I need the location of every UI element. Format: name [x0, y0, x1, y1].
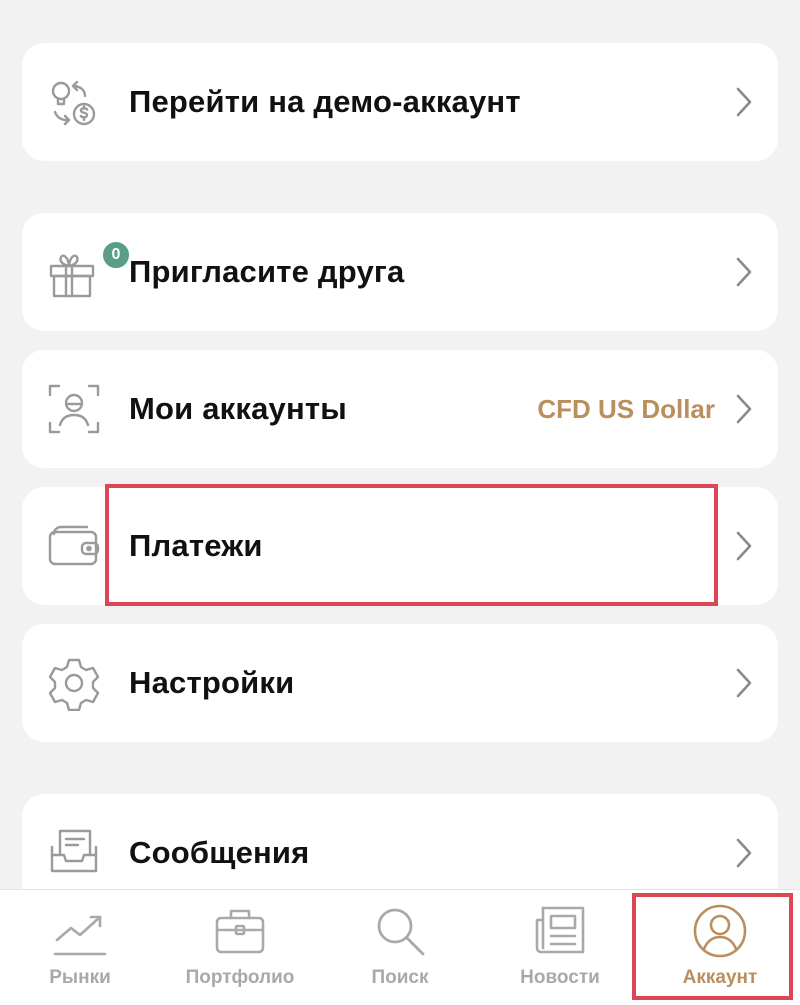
current-account-value: CFD US Dollar [537, 393, 715, 424]
search-icon [377, 908, 425, 956]
wallet-icon [46, 518, 102, 574]
chevron-right-icon [736, 531, 752, 561]
chevron-right-icon [736, 87, 752, 117]
tab-account[interactable]: Аккаунт [640, 890, 800, 1005]
user-circle-icon [693, 904, 747, 958]
newspaper-icon [535, 906, 585, 954]
chevron-right-icon [736, 394, 752, 424]
tab-label: Новости [520, 967, 600, 988]
tab-label: Рынки [49, 967, 111, 988]
menu-item-label: Перейти на демо-аккаунт [129, 84, 521, 119]
menu-item-my-accounts[interactable]: Мои аккаунты CFD US Dollar [22, 350, 778, 468]
menu-item-settings[interactable]: Настройки [22, 624, 778, 742]
notification-badge: 0 [101, 240, 131, 270]
tab-markets[interactable]: Рынки [0, 890, 160, 1005]
trend-chart-icon [53, 915, 107, 956]
menu-item-label: Платежи [129, 528, 263, 563]
tab-news[interactable]: Новости [480, 890, 640, 1005]
light-bulb-dollar-icon [46, 74, 102, 130]
user-scan-icon [46, 381, 102, 437]
chevron-right-icon [736, 838, 752, 868]
menu-item-payments[interactable]: Платежи [22, 487, 778, 605]
inbox-tray-icon [46, 825, 102, 881]
gear-icon [46, 655, 102, 711]
gift-icon: 0 [46, 240, 131, 300]
menu-item-demo-account[interactable]: Перейти на демо-аккаунт [22, 43, 778, 161]
tab-label: Аккаунт [682, 967, 758, 988]
menu-item-label: Пригласите друга [129, 254, 405, 289]
tab-label: Портфолио [185, 967, 295, 988]
menu-item-label: Настройки [129, 665, 295, 700]
menu-item-label: Сообщения [129, 835, 310, 870]
briefcase-icon [215, 909, 265, 954]
chevron-right-icon [736, 668, 752, 698]
menu-item-invite-friend[interactable]: 0 Пригласите друга [22, 213, 778, 331]
chevron-right-icon [736, 257, 752, 287]
tab-portfolio[interactable]: Портфолио [160, 890, 320, 1005]
bottom-tab-bar: Рынки Портфолио Поиск Новости Аккаунт [0, 889, 800, 1005]
tab-label: Поиск [371, 967, 429, 988]
tab-search[interactable]: Поиск [320, 890, 480, 1005]
menu-item-label: Мои аккаунты [129, 391, 347, 426]
